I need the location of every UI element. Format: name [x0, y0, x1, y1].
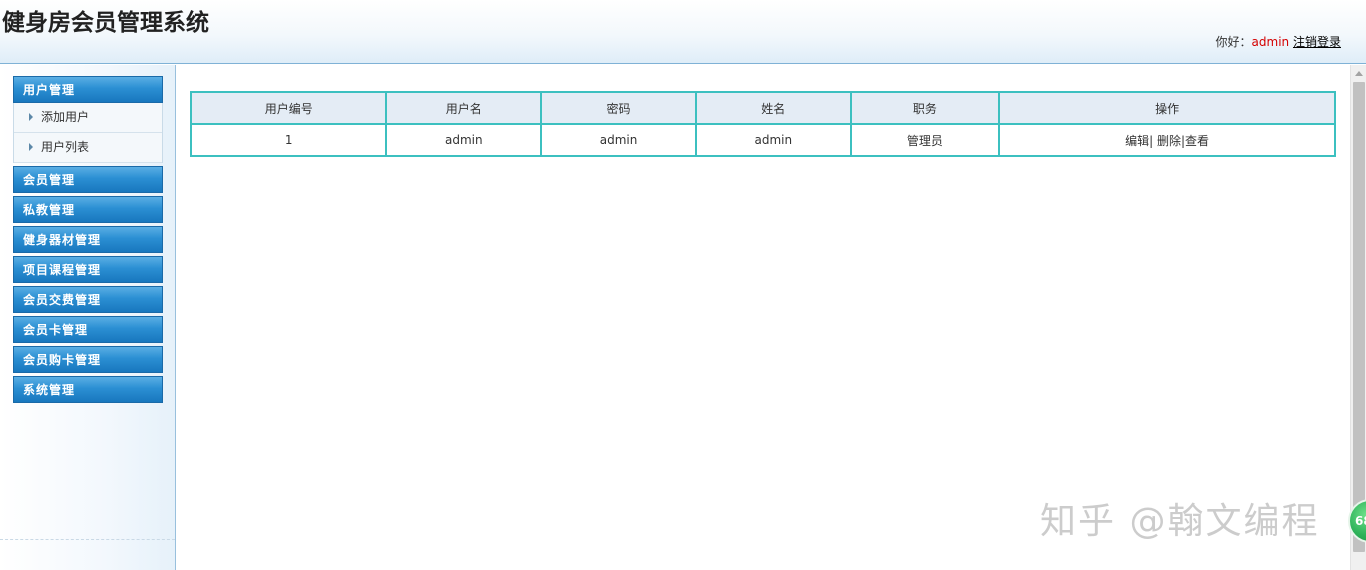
watermark: 知乎 @翰文编程 [1040, 501, 1320, 542]
menu-head-card-purchase-management[interactable]: 会员购卡管理 [13, 346, 163, 373]
menu-group-course: 项目课程管理 [13, 256, 163, 283]
menu-group-coach: 私教管理 [13, 196, 163, 223]
menu-head-card-management[interactable]: 会员卡管理 [13, 316, 163, 343]
menu-group-card-purchase: 会员购卡管理 [13, 346, 163, 373]
arrow-right-icon [29, 143, 33, 151]
submenu-item-label: 添加用户 [41, 110, 90, 124]
cell-user-id: 1 [189, 123, 388, 157]
submenu-user: 添加用户 用户列表 [13, 103, 163, 163]
edit-link[interactable]: 编辑 [1125, 134, 1149, 148]
header: 健身房会员管理系统 你好：admin 注销登录 [0, 0, 1366, 64]
cell-name: admin [694, 123, 852, 157]
menu-head-payment-management[interactable]: 会员交费管理 [13, 286, 163, 313]
scroll-up-arrow-icon[interactable] [1355, 71, 1363, 76]
sidebar: 用户管理 添加用户 用户列表 会员管理 私教管理 健身器材管理 项目课程管理 会… [0, 65, 176, 570]
menu-head-coach-management[interactable]: 私教管理 [13, 196, 163, 223]
arrow-right-icon [29, 113, 33, 121]
submenu-item-add-user[interactable]: 添加用户 [14, 103, 162, 133]
user-table: 用户编号 用户名 密码 姓名 职务 操作 1 admin admin admin… [189, 91, 1336, 157]
username-label: admin [1251, 35, 1290, 49]
menu-head-equipment-management[interactable]: 健身器材管理 [13, 226, 163, 253]
cell-role: 管理员 [849, 123, 1001, 157]
menu-head-system-management[interactable]: 系统管理 [13, 376, 163, 403]
user-info: 你好：admin 注销登录 [1216, 33, 1341, 50]
menu-group-member: 会员管理 [13, 166, 163, 193]
menu-group-equipment: 健身器材管理 [13, 226, 163, 253]
submenu-item-user-list[interactable]: 用户列表 [14, 133, 162, 163]
column-header: 用户名 [385, 91, 543, 125]
submenu-item-label: 用户列表 [41, 140, 90, 154]
menu-group-payment: 会员交费管理 [13, 286, 163, 313]
table-row: 1 admin admin admin 管理员 编辑| 删除|查看 [189, 123, 1336, 157]
menu-head-user-management[interactable]: 用户管理 [13, 76, 163, 103]
vertical-scrollbar[interactable] [1350, 65, 1366, 570]
cell-username: admin [385, 123, 543, 157]
cell-password: admin [540, 123, 697, 157]
menu-group-card: 会员卡管理 [13, 316, 163, 343]
column-header: 用户编号 [189, 91, 388, 125]
greeting-label: 你好： [1215, 35, 1252, 49]
table-header-row: 用户编号 用户名 密码 姓名 职务 操作 [189, 91, 1336, 125]
sidebar-divider [0, 539, 175, 540]
delete-link[interactable]: 删除 [1157, 134, 1181, 148]
app-title: 健身房会员管理系统 [2, 10, 209, 36]
scrollbar-thumb[interactable] [1353, 82, 1365, 552]
menu-head-course-management[interactable]: 项目课程管理 [13, 256, 163, 283]
menu-head-member-management[interactable]: 会员管理 [13, 166, 163, 193]
cell-actions: 编辑| 删除|查看 [998, 123, 1336, 157]
column-header: 姓名 [694, 91, 852, 125]
column-header: 职务 [849, 91, 1001, 125]
view-link[interactable]: 查看 [1185, 134, 1209, 148]
action-separator: | [1149, 133, 1157, 148]
menu-group-user: 用户管理 添加用户 用户列表 [13, 76, 163, 163]
menu-group-system: 系统管理 [13, 376, 163, 403]
logout-link[interactable]: 注销登录 [1293, 35, 1341, 49]
column-header: 密码 [540, 91, 697, 125]
column-header: 操作 [998, 91, 1336, 125]
